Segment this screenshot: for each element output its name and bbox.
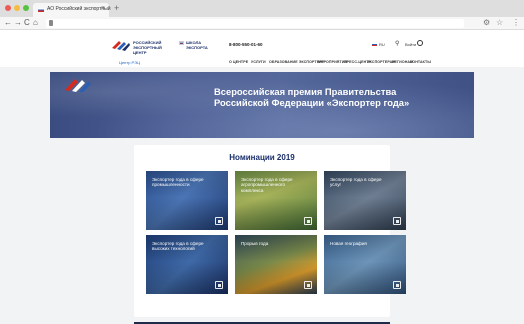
- nomination-tile-agro[interactable]: Экспортер года в сфере агропромышленного…: [235, 171, 317, 230]
- nomination-tile-geography[interactable]: Новая география: [324, 235, 406, 294]
- forward-icon[interactable]: →: [14, 18, 22, 28]
- search-icon[interactable]: ⚲: [395, 40, 399, 48]
- nav-item-contacts[interactable]: КОНТАКТЫ: [410, 60, 431, 64]
- nomination-tile-services[interactable]: Экспортер года в сфере услуг: [324, 171, 406, 230]
- reload-icon[interactable]: C: [24, 18, 30, 28]
- tab-favicon-icon: [38, 8, 44, 12]
- export-school-flag-icon: [179, 41, 184, 45]
- chip-icon: [215, 281, 223, 289]
- language-flag-icon: [372, 43, 377, 46]
- rec-logo-icon[interactable]: [111, 39, 131, 51]
- main-navigation: О ЦЕНТРЕ УСЛУГИ ОБРАЗОВАНИЕ ЭКСПОРТЕРУ М…: [229, 60, 431, 66]
- browser-toolbar: ← → C ⌂ ⚙ ☆ ⋮: [0, 17, 524, 30]
- browser-tab[interactable]: АО Российский экспортный ×: [33, 3, 111, 17]
- nav-item-services[interactable]: УСЛУГИ: [251, 60, 266, 64]
- nav-item-events[interactable]: МЕРОПРИЯТИЯ: [318, 60, 347, 64]
- bookmark-icon[interactable]: ☆: [496, 18, 503, 28]
- maximize-window-button[interactable]: [23, 5, 29, 11]
- lock-icon: [49, 20, 53, 26]
- nav-item-education[interactable]: ОБРАЗОВАНИЕ ЭКСПОРТЕРУ: [269, 60, 324, 64]
- export-school-logo-text[interactable]: ШКОЛА ЭКСПОРТА: [186, 40, 220, 50]
- nomination-tile-breakthrough[interactable]: Прорыв года: [235, 235, 317, 294]
- factory-icon: [215, 217, 223, 225]
- tab-close-icon[interactable]: ×: [101, 5, 105, 12]
- tile-label: Экспортер года в сфере промышленности: [152, 177, 204, 188]
- hero-banner: Всероссийская премия Правительства Росси…: [50, 72, 474, 138]
- plant-icon: [304, 217, 312, 225]
- nomination-tile-hightech[interactable]: Экспортер года в сфере высоких технологи…: [146, 235, 228, 294]
- page-viewport: РОССИЙСКИЙ ЭКСПОРТНЫЙ ЦЕНТР ШКОЛА ЭКСПОР…: [0, 31, 524, 324]
- tile-label: Экспортер года в сфере услуг: [330, 177, 382, 188]
- browser-tab-bar: АО Российский экспортный × +: [0, 0, 524, 17]
- site-header: РОССИЙСКИЙ ЭКСПОРТНЫЙ ЦЕНТР ШКОЛА ЭКСПОР…: [0, 31, 524, 67]
- extensions-icon[interactable]: ⚙: [483, 18, 490, 28]
- close-window-button[interactable]: [5, 5, 11, 11]
- award-logo-icon: [65, 79, 91, 92]
- new-tab-button[interactable]: +: [114, 3, 119, 13]
- home-icon[interactable]: ⌂: [33, 18, 38, 28]
- rec-logo-text[interactable]: РОССИЙСКИЙ ЭКСПОРТНЫЙ ЦЕНТР: [133, 40, 175, 55]
- login-link[interactable]: Войти: [405, 42, 416, 47]
- nominations-title: Номинации 2019: [229, 153, 295, 162]
- nav-item-about[interactable]: О ЦЕНТРЕ: [229, 60, 248, 64]
- tile-label: Новая география: [330, 241, 367, 246]
- rocket-icon: [304, 281, 312, 289]
- nomination-tile-industry[interactable]: Экспортер года в сфере промышленности: [146, 171, 228, 230]
- nominations-card: Номинации 2019 Экспортер года в сфере пр…: [134, 145, 406, 317]
- user-icon[interactable]: [417, 40, 423, 46]
- language-selector[interactable]: RU: [379, 42, 385, 47]
- tile-label: Экспортер года в сфере высоких технологи…: [152, 241, 204, 252]
- tile-label: Прорыв года: [241, 241, 269, 246]
- hero-title: Всероссийская премия Правительства Росси…: [214, 86, 410, 108]
- phone-number[interactable]: 8-800-550-01-60: [229, 42, 263, 47]
- back-icon[interactable]: ←: [4, 18, 12, 28]
- minimize-window-button[interactable]: [14, 5, 20, 11]
- menu-icon[interactable]: ⋮: [512, 18, 520, 28]
- region-selector[interactable]: Центр РЭЦ: [119, 60, 140, 65]
- globe-icon: [393, 281, 401, 289]
- tile-label: Экспортер года в сфере агропромышленного…: [241, 177, 293, 193]
- address-bar[interactable]: [46, 19, 464, 28]
- building-icon: [393, 217, 401, 225]
